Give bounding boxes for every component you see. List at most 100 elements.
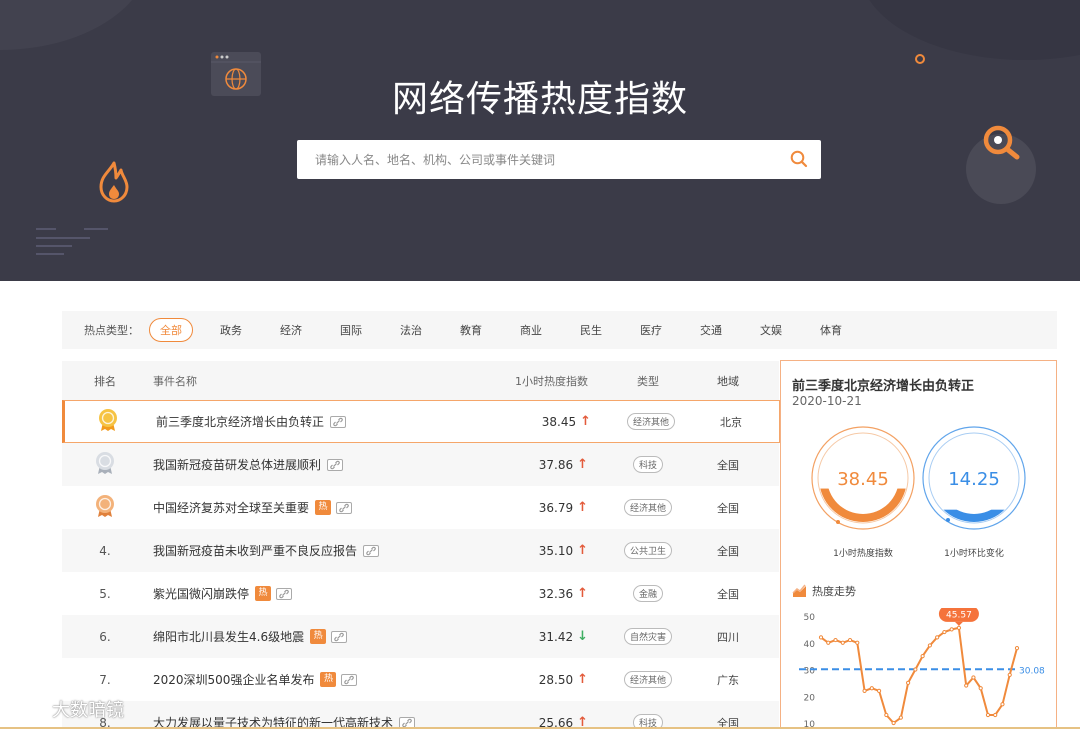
filter-sports[interactable]: 体育 [809, 318, 853, 342]
table-row[interactable]: 7. 2020深圳500强企业名单发布 热 28.50 ↑ 经济其他 广东 [62, 658, 779, 701]
hot-badge: 热 [255, 586, 272, 601]
region-cell: 全国 [717, 458, 739, 472]
data-point [840, 640, 845, 645]
link-icon[interactable] [327, 458, 344, 471]
data-point [971, 675, 976, 680]
silver-medal-icon [94, 451, 116, 478]
filter-law[interactable]: 法治 [389, 318, 433, 342]
data-point [818, 635, 824, 640]
region-cell: 北京 [720, 415, 742, 429]
data-point [913, 667, 918, 672]
rank-number: 4. [99, 543, 111, 558]
table-header: 排名 事件名称 1小时热度指数 类型 地域 [62, 361, 779, 400]
link-icon[interactable] [336, 501, 353, 514]
table-row[interactable]: 8. 大力发展以量子技术为特征的新一代高新技术 25.66 ↑ 科技 全国 [62, 701, 779, 729]
data-point [898, 715, 903, 720]
search-box [297, 140, 821, 179]
table-row[interactable]: 我国新冠疫苗研发总体进展顺利 37.86 ↑ 科技 全国 [62, 443, 779, 486]
region-cell: 全国 [717, 544, 739, 558]
data-point [935, 635, 940, 640]
filter-medical[interactable]: 医疗 [629, 318, 673, 342]
filter-entertainment[interactable]: 文娱 [749, 318, 793, 342]
data-point [855, 640, 860, 645]
event-name-cell: 我国新冠疫苗未收到严重不良反应报告 [148, 542, 498, 559]
search-icon[interactable] [789, 149, 809, 169]
change-rate-value: 14.25 [948, 469, 1000, 490]
bronze-medal-icon [94, 494, 116, 521]
event-name-cell: 紫光国微闪崩跌停 热 [148, 585, 498, 602]
filter-business[interactable]: 商业 [509, 318, 553, 342]
type-tag: 经济其他 [623, 671, 672, 688]
data-point [942, 629, 947, 635]
filter-international[interactable]: 国际 [329, 318, 373, 342]
link-icon[interactable] [363, 544, 380, 557]
type-cell: 经济其他 [608, 499, 688, 516]
event-name-link[interactable]: 我国新冠疫苗未收到严重不良反应报告 [153, 542, 357, 559]
link-icon[interactable] [341, 673, 358, 686]
table-row[interactable]: 5. 紫光国微闪崩跌停 热 32.36 ↑ 金融 全国 [62, 572, 779, 615]
filter-all[interactable]: 全部 [149, 318, 193, 342]
heat-index-cell: 38.45 ↑ [501, 414, 611, 429]
hot-badge: 热 [320, 672, 337, 687]
table-row[interactable]: 6. 绵阳市北川县发生4.6级地震 热 31.42 ↓ 自然灾害 四川 [62, 615, 779, 658]
table-row[interactable]: 前三季度北京经济增长由负转正 38.45 ↑ 经济其他 北京 [62, 400, 780, 443]
change-rate-gauge: 14.25 [922, 426, 1026, 530]
trend-up-arrow-icon: ↑ [577, 586, 588, 601]
event-name-link[interactable]: 2020深圳500强企业名单发布 [153, 671, 314, 688]
heat-index-value: 35.10 [538, 543, 574, 558]
rank-number: 5. [99, 586, 111, 601]
event-name-link[interactable]: 紫光国微闪崩跌停 [153, 585, 249, 602]
search-input[interactable] [297, 140, 777, 179]
rank-cell: 5. [62, 587, 148, 601]
decorative-dot [915, 54, 925, 64]
gold-medal-icon [97, 408, 119, 435]
data-point [891, 720, 896, 726]
y-tick-label: 30 [804, 667, 816, 677]
link-icon[interactable] [331, 630, 348, 643]
data-point [876, 688, 882, 694]
filter-government[interactable]: 政务 [209, 318, 253, 342]
flame-icon [97, 160, 131, 204]
filter-transport[interactable]: 交通 [689, 318, 733, 342]
type-cell: 经济其他 [608, 671, 688, 688]
peak-badge-pointer [954, 621, 963, 626]
trend-up-arrow-icon: ↑ [577, 672, 588, 687]
trend-up-arrow-icon: ↑ [577, 500, 588, 515]
event-name-link[interactable]: 绵阳市北川县发生4.6级地震 [153, 628, 304, 645]
data-point [862, 688, 867, 694]
event-detail-panel: 前三季度北京经济增长由负转正 2020-10-21 38.45 1小时热度指数 … [780, 360, 1057, 729]
detail-date: 2020-10-21 [792, 394, 862, 408]
region-cell: 全国 [717, 501, 739, 515]
decorative-lines [36, 226, 116, 256]
data-point [826, 640, 831, 645]
watermark: 大数暗镜 [12, 696, 124, 722]
type-cell: 经济其他 [611, 413, 691, 430]
filter-label: 热点类型： [84, 324, 139, 337]
event-name-link[interactable]: 中国经济复苏对全球至关重要 [153, 499, 309, 516]
trend-up-arrow-icon: ↑ [577, 543, 588, 558]
filter-livelihood[interactable]: 民生 [569, 318, 613, 342]
trend-title: 热度走势 [792, 583, 856, 599]
rank-number: 7. [99, 672, 111, 687]
y-tick-label: 20 [804, 693, 816, 703]
data-point [1007, 672, 1012, 677]
heat-index-value: 38.45 [837, 469, 889, 490]
type-cell: 金融 [608, 585, 688, 602]
rank-number: 6. [99, 629, 111, 644]
watermark-text: 大数暗镜 [52, 700, 124, 721]
table-row[interactable]: 中国经济复苏对全球至关重要 热 36.79 ↑ 经济其他 全国 [62, 486, 779, 529]
event-name-link[interactable]: 前三季度北京经济增长由负转正 [156, 413, 324, 430]
data-point [884, 712, 889, 718]
link-icon[interactable] [330, 415, 347, 428]
data-point [869, 686, 874, 691]
type-tag: 经济其他 [626, 413, 675, 430]
series-line [820, 626, 1018, 724]
trend-up-arrow-icon: ↑ [580, 414, 591, 429]
filter-economy[interactable]: 经济 [269, 318, 313, 342]
link-icon[interactable] [276, 587, 293, 600]
event-name-link[interactable]: 我国新冠疫苗研发总体进展顺利 [153, 456, 321, 473]
table-row[interactable]: 4. 我国新冠疫苗未收到严重不良反应报告 35.10 ↑ 公共卫生 全国 [62, 529, 779, 572]
header-name: 事件名称 [153, 374, 197, 388]
heat-index-cell: 35.10 ↑ [498, 543, 608, 558]
filter-education[interactable]: 教育 [449, 318, 493, 342]
